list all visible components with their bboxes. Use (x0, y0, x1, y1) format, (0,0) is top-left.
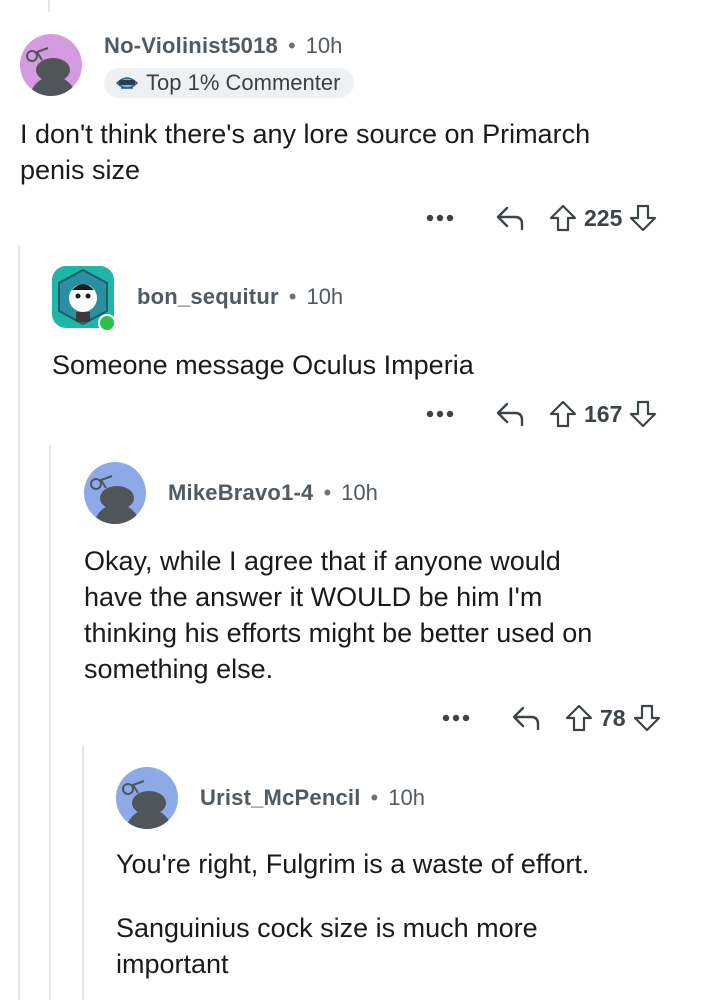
upvote-icon[interactable] (548, 203, 578, 233)
vote-count: 78 (600, 704, 626, 731)
username[interactable]: MikeBravo1-4 (168, 480, 313, 506)
separator: • (287, 33, 296, 58)
timestamp: 10h (388, 785, 425, 810)
thread-line-level2 (82, 745, 84, 1000)
comment-body: You're right, Fulgrim is a waste of effo… (116, 846, 706, 982)
separator: • (288, 284, 297, 309)
comment-line: thinking his efforts might be better use… (84, 618, 593, 648)
more-options-icon[interactable] (420, 409, 460, 419)
reply-icon[interactable] (480, 204, 540, 232)
vote-count: 167 (584, 400, 623, 427)
top-commenter-icon (115, 77, 139, 89)
downvote-icon[interactable] (632, 703, 662, 733)
comment-line: penis size (20, 155, 141, 185)
reply-icon[interactable] (480, 400, 540, 428)
comment-actions: 78 (436, 698, 662, 738)
more-options-icon[interactable] (436, 713, 476, 723)
separator: • (370, 785, 379, 810)
comment-line: important (116, 949, 229, 979)
separator: • (323, 480, 332, 505)
online-status-indicator (98, 314, 116, 332)
username[interactable]: bon_sequitur (137, 284, 279, 310)
thread-line-top (48, 0, 50, 12)
thread-line-root (18, 245, 20, 1000)
upvote-icon[interactable] (564, 703, 594, 733)
thread-line-level1 (49, 445, 51, 1000)
timestamp: 10h (305, 33, 343, 58)
more-options-icon[interactable] (420, 213, 460, 223)
username[interactable]: Urist_McPencil (200, 785, 361, 811)
reply-icon[interactable] (496, 704, 556, 732)
user-flair: Top 1% Commenter (104, 68, 355, 98)
comment-body: Okay, while I agree that if anyone would… (84, 543, 704, 687)
timestamp: 10h (341, 480, 378, 505)
comment-body: I don't think there's any lore source on… (20, 116, 700, 188)
comment-line: something else. (84, 654, 274, 684)
avatar[interactable] (116, 767, 178, 829)
comment-line: I don't think there's any lore source on… (20, 119, 591, 149)
comment-line: Someone message Oculus Imperia (52, 350, 474, 380)
snoo-avatar-icon (90, 475, 141, 524)
downvote-icon[interactable] (628, 399, 658, 429)
avatar[interactable] (84, 462, 146, 524)
snoo-avatar-icon (122, 780, 173, 829)
downvote-icon[interactable] (628, 203, 658, 233)
username[interactable]: No-Violinist5018 (104, 33, 278, 59)
comment-line: have the answer it WOULD be him I'm (84, 582, 543, 612)
upvote-icon[interactable] (548, 399, 578, 429)
comment-line: Okay, while I agree that if anyone would (84, 546, 561, 576)
flair-text: Top 1% Commenter (146, 70, 341, 95)
comment-line: You're right, Fulgrim is a waste of effo… (116, 849, 590, 879)
avatar[interactable] (20, 34, 82, 96)
vote-count: 225 (584, 204, 623, 231)
timestamp: 10h (306, 284, 344, 309)
comment-actions: 225 (420, 198, 658, 238)
comment-actions: 167 (420, 394, 658, 434)
snoo-avatar-icon (26, 47, 77, 96)
comment-body: Someone message Oculus Imperia (52, 347, 692, 383)
comment-line: Sanguinius cock size is much more (116, 913, 538, 943)
